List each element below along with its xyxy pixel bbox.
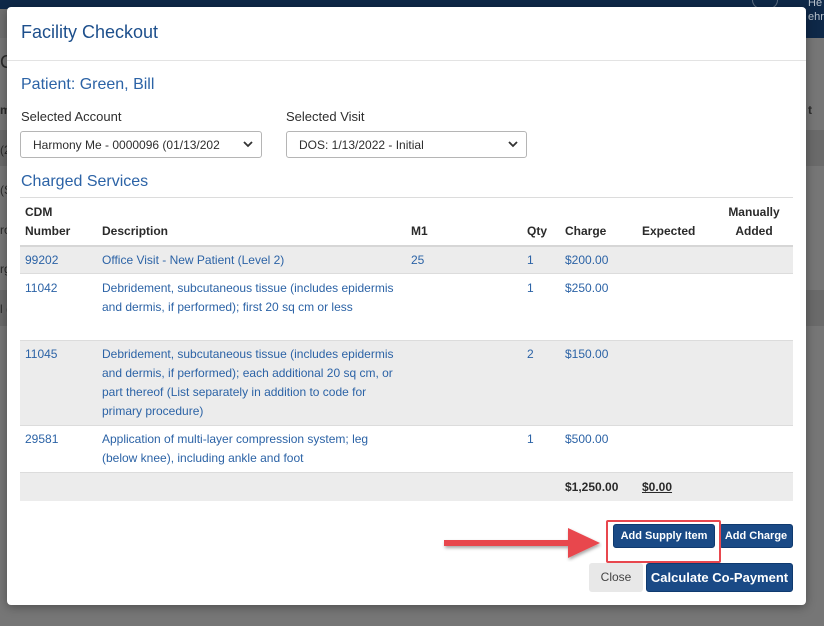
service-description: Debridement, subcutaneous tissue (includ… (102, 281, 394, 314)
background-header-text: He ehr (808, 0, 824, 24)
column-header-cdm: CDM Number (25, 203, 70, 241)
highlight-box (606, 520, 721, 563)
cdm-number: 11045 (25, 347, 58, 361)
close-button[interactable]: Close (589, 563, 643, 592)
charge-amount: $500.00 (565, 432, 609, 446)
total-expected: $0.00 (642, 480, 673, 494)
column-header-qty: Qty (527, 224, 548, 238)
table-total-row: $1,250.00 $0.00 (20, 473, 793, 501)
column-header-cdm-line1: CDM (25, 205, 53, 219)
modal-title: Facility Checkout (21, 22, 159, 42)
column-header-expected: Expected (642, 224, 696, 238)
quantity: 1 (527, 253, 534, 267)
charge-amount: $250.00 (565, 281, 609, 295)
column-header-description: Description (102, 224, 169, 238)
selected-account-value: Harmony Me - 0000096 (01/13/202 (33, 138, 220, 152)
service-description: Debridement, subcutaneous tissue (includ… (102, 347, 394, 418)
modal-header: Facility Checkout (7, 7, 806, 61)
cdm-number: 11042 (25, 281, 58, 295)
background-header-line2: ehr (808, 11, 824, 23)
facility-checkout-modal: Facility Checkout Patient: Green, Bill S… (7, 7, 806, 605)
quantity: 2 (527, 347, 534, 361)
service-description: Office Visit - New Patient (Level 2) (102, 253, 285, 267)
background-header-line1: He (808, 0, 823, 9)
add-charge-button[interactable]: Add Charge (719, 524, 793, 548)
column-header-m1: M1 (411, 224, 428, 238)
selected-visit-value: DOS: 1/13/2022 - Initial (299, 138, 424, 152)
charge-amount: $200.00 (565, 253, 609, 267)
modifier-m1: 25 (411, 253, 425, 267)
selected-visit-select[interactable]: DOS: 1/13/2022 - Initial (286, 131, 527, 158)
quantity: 1 (527, 281, 534, 295)
chevron-down-icon (243, 141, 253, 148)
cdm-number: 99202 (25, 253, 59, 267)
table-row[interactable]: 29581 Application of multi-layer compres… (20, 426, 793, 473)
table-row[interactable]: 11045 Debridement, subcutaneous tissue (… (20, 341, 793, 426)
column-header-charge: Charge (565, 224, 607, 238)
column-header-cdm-line2: Number (25, 224, 71, 238)
charged-services-table: CDM Number Description M1 Qty Charge Exp… (20, 197, 793, 501)
service-description: Application of multi-layer compression s… (102, 432, 369, 465)
arrow-annotation-icon (444, 528, 600, 558)
charged-services-title: Charged Services (21, 173, 149, 190)
quantity: 1 (527, 432, 534, 446)
table-header: CDM Number Description M1 Qty Charge Exp… (20, 197, 793, 247)
calculate-copayment-button[interactable]: Calculate Co-Payment (646, 563, 793, 592)
selected-visit-label: Selected Visit (286, 109, 365, 124)
column-header-manually-added: Manually Added (720, 203, 788, 241)
table-row[interactable]: 99202 Office Visit - New Patient (Level … (20, 247, 793, 274)
table-row[interactable]: 11042 Debridement, subcutaneous tissue (… (20, 274, 793, 341)
patient-name: Patient: Green, Bill (21, 76, 155, 93)
column-header-manual-line2: Added (735, 224, 773, 238)
selected-account-select[interactable]: Harmony Me - 0000096 (01/13/202 (20, 131, 262, 158)
background-fragment: t (808, 103, 812, 117)
cdm-number: 29581 (25, 432, 59, 446)
total-charge: $1,250.00 (565, 480, 619, 494)
chevron-down-icon (508, 141, 518, 148)
charge-amount: $150.00 (565, 347, 609, 361)
selected-account-label: Selected Account (21, 109, 122, 124)
column-header-manual-line1: Manually (728, 205, 780, 219)
